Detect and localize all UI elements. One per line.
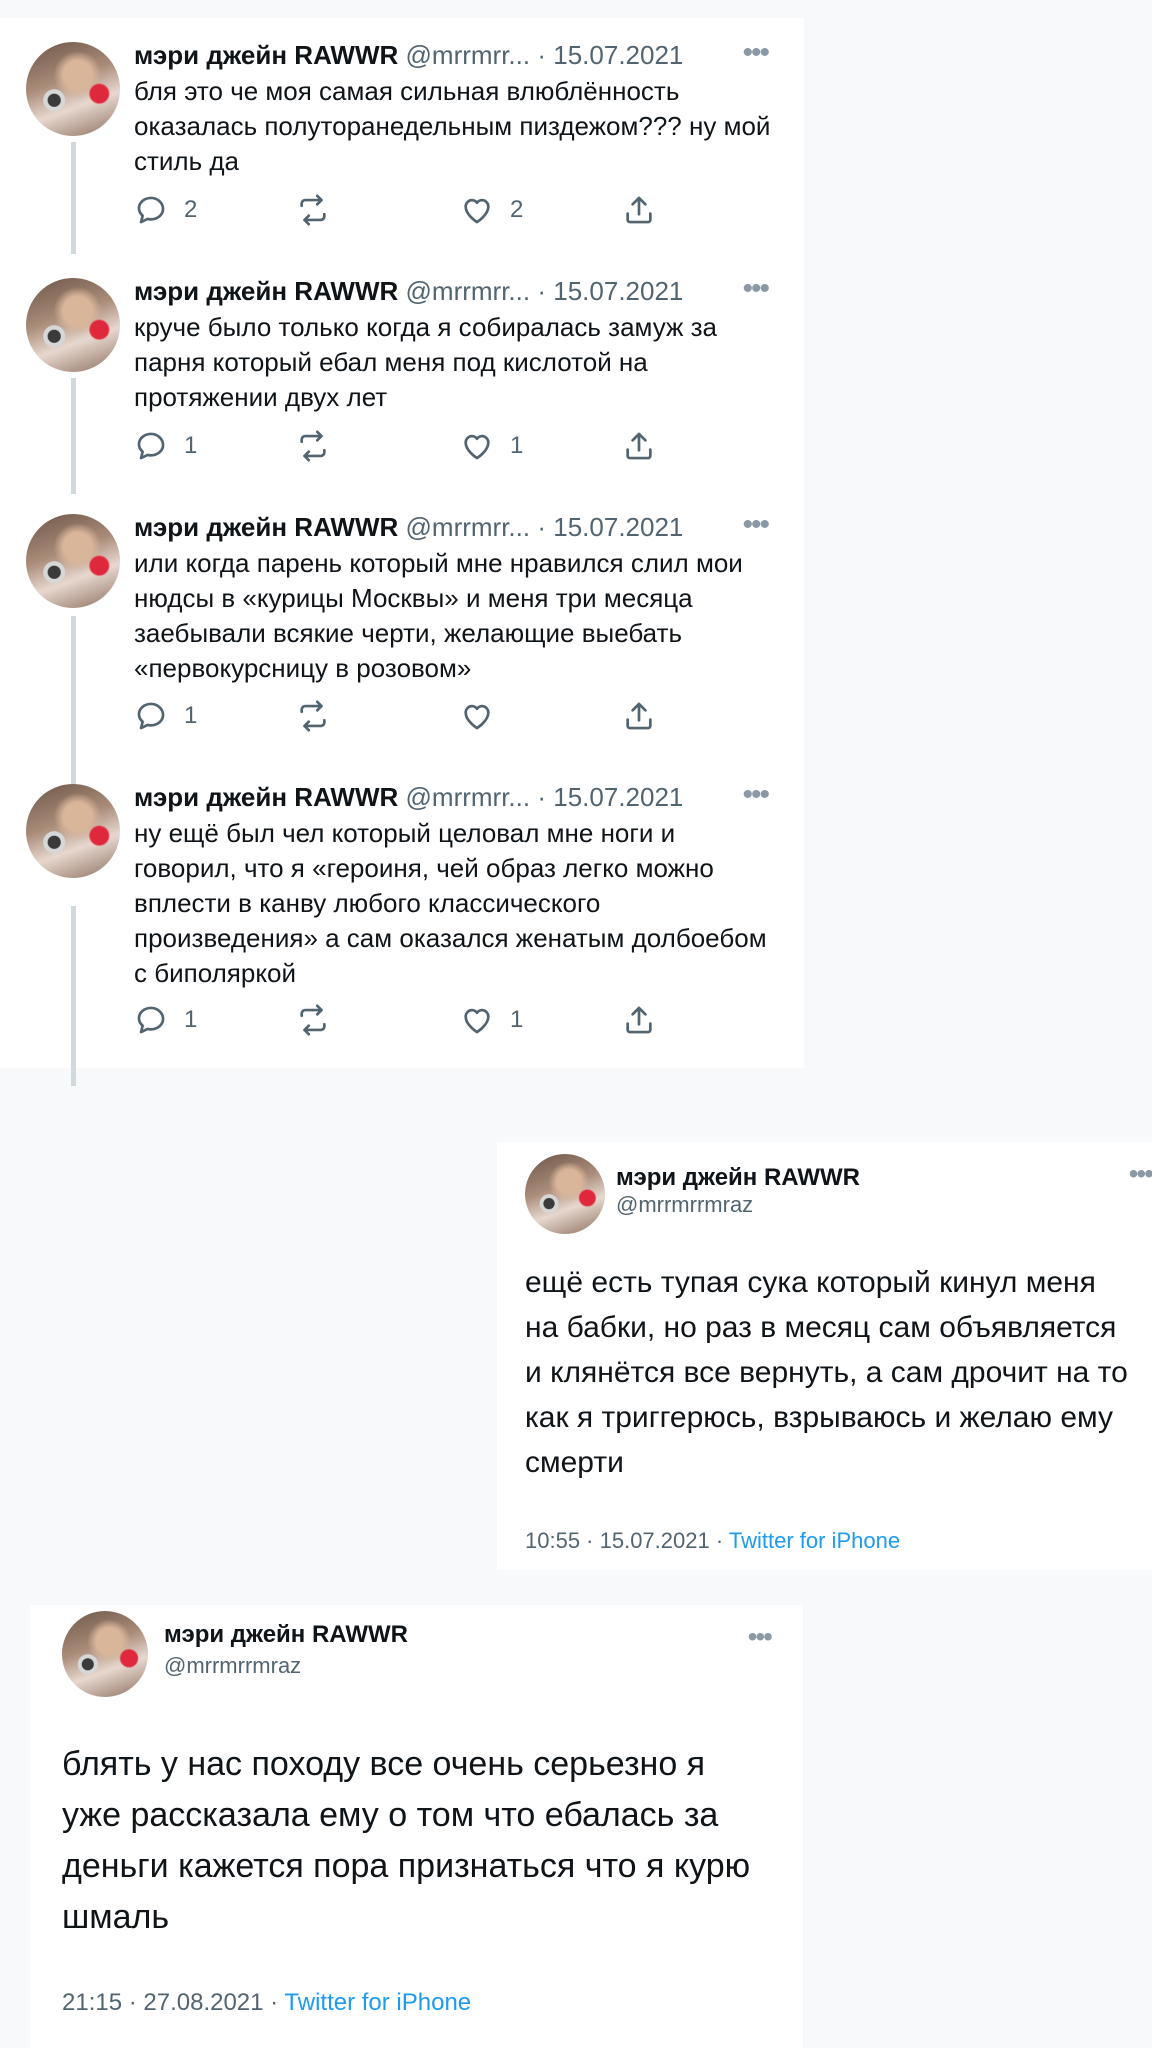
retweet-arrows-icon	[300, 430, 326, 462]
reply-count: 1	[184, 1006, 198, 1033]
author-handle[interactable]: @mrrmrrmraz	[616, 1192, 753, 1218]
heart-icon	[464, 704, 490, 730]
like-count: 1	[510, 432, 524, 459]
tweet-text: круче было только когда я собиралась зам…	[134, 312, 717, 412]
author-handle[interactable]: @mrrmrr...	[406, 276, 531, 306]
author-name[interactable]: мэри джейн RAWWR	[134, 276, 398, 306]
reply-button[interactable]: 1	[134, 696, 197, 736]
retweet-arrows-icon	[300, 1004, 326, 1036]
tweet-header: мэри джейн RAWWR @mrrmrr... · 15.07.2021	[134, 274, 774, 308]
like-button[interactable]	[460, 696, 510, 736]
author-handle[interactable]: @mrrmrr...	[406, 40, 531, 70]
more-dots-icon[interactable]: •••	[1129, 1158, 1152, 1190]
share-upload-icon	[626, 1006, 652, 1034]
retweet-button[interactable]	[296, 696, 330, 736]
tweet-date[interactable]: 15.07.2021	[553, 40, 683, 70]
tweet-source-link[interactable]: Twitter for iPhone	[729, 1528, 900, 1553]
tweet-header: мэри джейн RAWWR @mrrmrr... · 15.07.2021	[134, 510, 774, 544]
thread-panel: мэри джейн RAWWR @mrrmrr... · 15.07.2021…	[0, 18, 804, 1086]
retweet-button[interactable]	[296, 426, 330, 466]
separator: ·	[537, 276, 547, 306]
more-dots-icon[interactable]: •••	[742, 272, 769, 306]
like-button[interactable]: 2	[460, 190, 523, 230]
tweet-actions: 1 1	[134, 1000, 674, 1040]
author-handle[interactable]: @mrrmrrmraz	[164, 1653, 301, 1679]
reply-bubble-icon	[137, 702, 165, 730]
like-button[interactable]: 1	[460, 426, 523, 466]
author-name[interactable]: мэри джейн RAWWR	[134, 512, 398, 542]
author-name[interactable]: мэри джейн RAWWR	[134, 40, 398, 70]
tweet-text: ещё есть тупая сука который кинул меня н…	[525, 1266, 1128, 1479]
more-dots-icon[interactable]: •••	[742, 508, 769, 542]
share-upload-icon	[626, 702, 652, 730]
tweet-text: бля это че моя самая сильная влюблённост…	[134, 76, 771, 176]
reply-button[interactable]: 1	[134, 426, 197, 466]
avatar[interactable]	[62, 1611, 148, 1697]
author-name[interactable]: мэри джейн RAWWR	[134, 782, 398, 812]
more-dots-icon[interactable]: •••	[742, 36, 769, 70]
tweet-header: мэри джейн RAWWR @mrrmrr... · 15.07.2021	[134, 780, 774, 814]
tweet-timestamp: 21:15 · 27.08.2021 ·	[62, 1989, 285, 2016]
tweet-date[interactable]: 15.07.2021	[553, 276, 683, 306]
reply-bubble-icon	[137, 1006, 165, 1034]
heart-icon	[464, 198, 490, 224]
heart-icon	[464, 1008, 490, 1034]
reply-button[interactable]: 1	[134, 1000, 197, 1040]
author-name[interactable]: мэри джейн RAWWR	[616, 1164, 860, 1192]
like-count: 2	[510, 196, 524, 223]
like-count: 1	[510, 1006, 524, 1033]
reply-count: 1	[184, 702, 198, 729]
thread-tweet[interactable]: мэри джейн RAWWR @mrrmrr... · 15.07.2021…	[0, 254, 804, 490]
tweet-actions: 2 2	[134, 190, 674, 230]
tweet-text: блять у нас походу все очень серьезно я …	[62, 1745, 751, 1936]
separator: ·	[537, 512, 547, 542]
avatar[interactable]	[26, 42, 120, 136]
tweet-date[interactable]: 15.07.2021	[553, 782, 683, 812]
share-button[interactable]	[622, 696, 656, 736]
retweet-arrows-icon	[300, 700, 326, 732]
thread-tweet[interactable]: мэри джейн RAWWR @mrrmrr... · 15.07.2021…	[0, 18, 804, 248]
more-dots-icon[interactable]: •••	[742, 778, 769, 812]
share-button[interactable]	[622, 190, 656, 230]
share-upload-icon	[626, 432, 652, 460]
reply-count: 1	[184, 432, 198, 459]
tweet-detail-card[interactable]: мэри джейн RAWWR @mrrmrrmraz ••• ещё ест…	[497, 1142, 1152, 1570]
avatar[interactable]	[26, 784, 120, 878]
tweet-actions: 1 1	[134, 426, 674, 466]
author-handle[interactable]: @mrrmrr...	[406, 512, 531, 542]
retweet-button[interactable]	[296, 1000, 330, 1040]
share-button[interactable]	[622, 1000, 656, 1040]
tweet-date[interactable]: 15.07.2021	[553, 512, 683, 542]
tweet-text: или когда парень который мне нравился сл…	[134, 548, 743, 683]
reply-count: 2	[184, 196, 198, 223]
tweet-header: мэри джейн RAWWR @mrrmrr... · 15.07.2021	[134, 38, 774, 72]
like-button[interactable]: 1	[460, 1000, 523, 1040]
reply-bubble-icon	[137, 432, 165, 460]
reply-button[interactable]: 2	[134, 190, 197, 230]
reply-bubble-icon	[137, 196, 165, 224]
author-handle[interactable]: @mrrmrr...	[406, 782, 531, 812]
share-upload-icon	[626, 196, 652, 224]
author-name[interactable]: мэри джейн RAWWR	[164, 1621, 408, 1649]
tweet-detail-card[interactable]: мэри джейн RAWWR @mrrmrrmraz ••• блять у…	[30, 1605, 803, 2048]
avatar[interactable]	[26, 514, 120, 608]
tweet-timestamp: 10:55 · 15.07.2021 ·	[525, 1528, 729, 1553]
share-button[interactable]	[622, 426, 656, 466]
avatar[interactable]	[26, 278, 120, 372]
separator: ·	[537, 782, 547, 812]
tweet-text: ну ещё был чел который целовал мне ноги …	[134, 818, 767, 988]
heart-icon	[464, 434, 490, 460]
more-dots-icon[interactable]: •••	[748, 1621, 773, 1653]
tweet-meta: 10:55 · 15.07.2021 · Twitter for iPhone	[525, 1528, 900, 1554]
retweet-arrows-icon	[300, 194, 326, 226]
avatar[interactable]	[525, 1154, 605, 1234]
retweet-button[interactable]	[296, 190, 330, 230]
tweet-meta: 21:15 · 27.08.2021 · Twitter for iPhone	[62, 1989, 471, 2017]
tweet-source-link[interactable]: Twitter for iPhone	[284, 1989, 471, 2016]
thread-tweet[interactable]: мэри джейн RAWWR @mrrmrr... · 15.07.2021…	[0, 490, 804, 760]
separator: ·	[537, 40, 547, 70]
tweet-actions: 1	[134, 696, 674, 736]
thread-tweet[interactable]: мэри джейн RAWWR @mrrmrr... · 15.07.2021…	[0, 760, 804, 1068]
